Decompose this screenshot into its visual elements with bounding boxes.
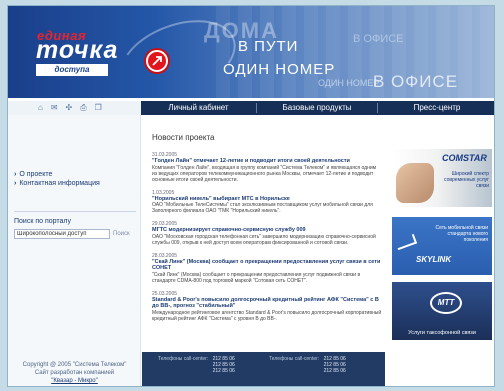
nav-item-products[interactable]: Базовые продукты	[257, 101, 377, 115]
footer-numbers: 212 85 06 212 85 06 212 85 06	[324, 356, 346, 374]
docs-icon[interactable]: ❐	[95, 101, 102, 115]
right-ad-column: COMSTAR Широкий спектр современных услуг…	[386, 115, 494, 386]
skylink-logo: SKYLINK	[416, 255, 452, 264]
news-summary: Международное рейтинговое агентство Stan…	[152, 309, 382, 322]
home-icon[interactable]: ⌂	[38, 101, 43, 115]
comstar-logo: COMSTAR	[442, 153, 487, 163]
logo-main-word[interactable]: точка	[36, 36, 118, 65]
sidebar-link-contacts[interactable]: › Контактная информация	[14, 180, 100, 187]
footer-phones-1: Телефоны call-center: 212 85 06 212 85 0…	[158, 356, 235, 374]
sidebar-link-about[interactable]: › О проекте	[14, 171, 100, 178]
news-item: 31.03.2005 "Голден Лайн" отмечает 12-лет…	[152, 152, 382, 183]
section-title: Новости проекта	[152, 133, 215, 142]
nav-item-cabinet[interactable]: Личный кабинет	[141, 101, 256, 115]
search-panel: Поиск по порталу Поиск	[14, 211, 136, 239]
search-row: Поиск	[14, 229, 136, 239]
copyright-block: Copyright @ 2005 "Система Телеком" Сайт …	[8, 361, 141, 385]
main-navigation: ⌂ ✉ ✣ ⎙ ❐ Личный кабинет Базовые продукт…	[8, 101, 494, 115]
news-summary: "Скай Линк" (Москва) сообщает о прекраще…	[152, 271, 361, 284]
news-item: 1.03.2005 "Норильский никель" выбирает М…	[152, 190, 382, 215]
mail-icon[interactable]: ✉	[51, 101, 58, 115]
news-headline-link[interactable]: "Скай Линк" (Москва) сообщает о прекраще…	[152, 259, 382, 272]
mtt-banner[interactable]: МТТ Услуги таксофонной связи	[392, 282, 492, 340]
arrow-logo-icon	[146, 50, 168, 72]
comstar-banner[interactable]: COMSTAR Широкий спектр современных услуг…	[392, 149, 492, 207]
phone-number: 212 85 06	[212, 368, 235, 374]
news-item: 28.03.2005 "Скай Линк" (Москва) сообщает…	[152, 253, 382, 284]
banner-ghost-text-4: В ОФИСЕ	[373, 72, 459, 91]
developer-text: Сайт разработан компанией	[34, 370, 115, 376]
tagline-1: В ПУТИ	[238, 38, 299, 55]
phone-hand-image	[396, 163, 434, 203]
phone-number: 212 85 06	[323, 368, 346, 374]
search-input[interactable]	[14, 229, 110, 239]
skylink-slogan: Сеть мобильной связи стандарта нового по…	[435, 225, 488, 243]
news-summary: ОАО "Московская городская телефонная сет…	[152, 233, 376, 246]
logo-sub-word[interactable]: доступа	[36, 64, 108, 76]
print-icon[interactable]: ⎙	[80, 101, 86, 115]
sitemap-icon[interactable]: ✣	[66, 101, 73, 115]
comstar-slogan: Широкий спектр современных услуг связи	[444, 171, 489, 189]
sidebar-link-label: Контактная информация	[19, 180, 100, 187]
mtt-slogan: Услуги таксофонной связи	[408, 330, 476, 336]
plane-icon	[394, 233, 418, 251]
footer-numbers: 212 85 06 212 85 06 212 85 06	[213, 356, 235, 374]
news-item: 29.03.2005 МГТС модернизирует справочно-…	[152, 221, 382, 246]
news-headline-link[interactable]: "Голден Лайн" отмечает 12-летие и подвод…	[152, 158, 382, 165]
search-title: Поиск по порталу	[14, 218, 71, 225]
footer-bar: Телефоны call-center: 212 85 06 212 85 0…	[142, 352, 385, 386]
left-sidebar: › О проекте › Контактная информация Поиск …	[8, 115, 141, 386]
bullet-icon: ›	[14, 180, 17, 187]
footer-phones-2: Телефоны call-center: 212 85 06 212 85 0…	[269, 356, 346, 374]
skylink-banner[interactable]: Сеть мобильной связи стандарта нового по…	[392, 217, 492, 275]
footer-label: Телефоны call-center:	[158, 356, 209, 362]
news-headline-link[interactable]: Standard & Poor's повысило долгосрочный …	[152, 297, 382, 310]
sidebar-link-label: О проекте	[19, 171, 53, 178]
page-frame: ДОМА В ОФИСЕ ОДИН НОМЕР В ОФИСЕ единая т…	[7, 5, 495, 387]
utility-icons: ⌂ ✉ ✣ ⎙ ❐	[8, 101, 141, 115]
sidebar-links: › О проекте › Контактная информация	[14, 171, 100, 189]
news-section: Новости проекта 31.03.2005 "Голден Лайн"…	[142, 115, 385, 352]
mtt-logo: МТТ	[430, 292, 462, 314]
search-button[interactable]: Поиск	[113, 231, 130, 237]
news-list: 31.03.2005 "Голден Лайн" отмечает 12-лет…	[152, 152, 382, 329]
developer-link[interactable]: "Квазар - Микро"	[8, 377, 141, 385]
nav-item-press[interactable]: Пресс-центр	[378, 101, 494, 115]
footer-label: Телефоны call-center:	[269, 356, 320, 362]
tagline-2: ОДИН НОМЕР	[223, 61, 336, 78]
bullet-icon: ›	[14, 171, 17, 178]
header-banner: ДОМА В ОФИСЕ ОДИН НОМЕР В ОФИСЕ единая т…	[8, 6, 494, 98]
news-summary: ОАО "Мобильные ТелеСистемы" стал эксклюз…	[152, 202, 373, 214]
news-item: 25.03.2005 Standard & Poor's повысило до…	[152, 291, 382, 322]
news-summary: Компания "Голден Лайн", входящая в групп…	[152, 164, 377, 183]
banner-ghost-text-3: ОДИН НОМЕР	[318, 78, 380, 88]
copyright-text: Copyright @ 2005 "Система Телеком"	[22, 362, 127, 368]
banner-ghost-text-2: В ОФИСЕ	[353, 33, 404, 45]
